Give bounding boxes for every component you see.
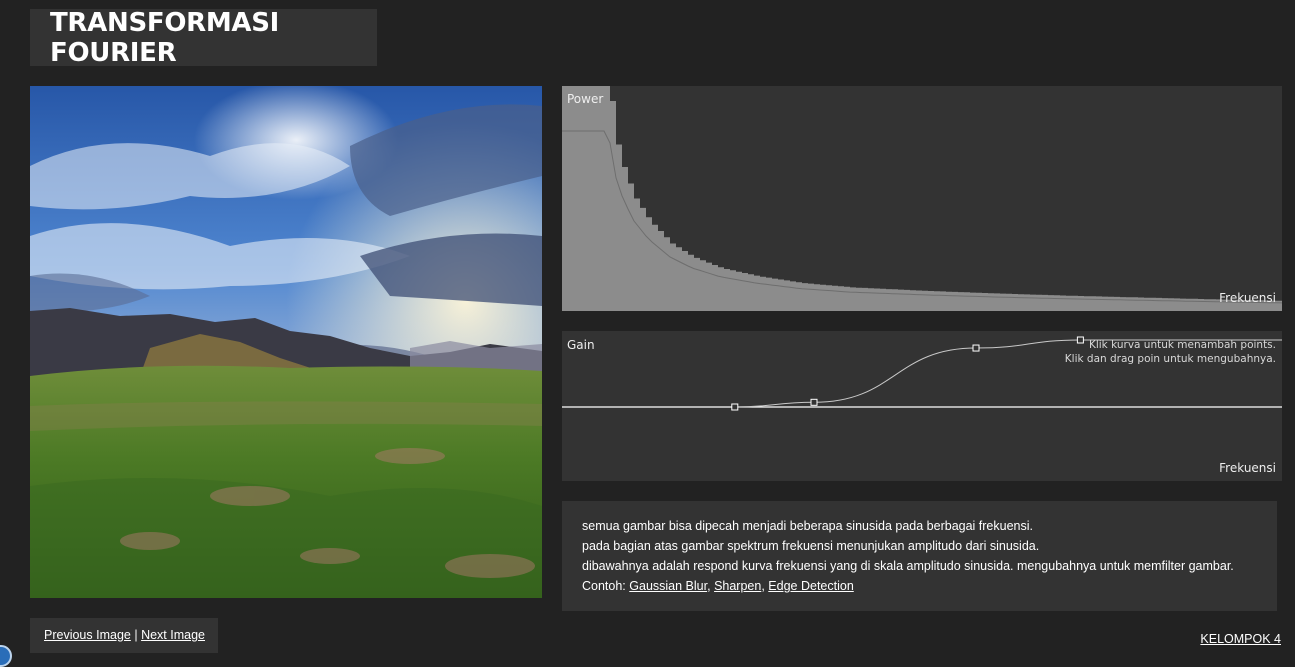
description-examples: Contoh: Gaussian Blur, Sharpen, Edge Det… — [582, 576, 1277, 596]
gain-hint: Klik kurva untuk menambah points. Klik d… — [1065, 338, 1276, 366]
page-title: TRANSFORMASI FOURIER — [50, 7, 280, 68]
examples-separator: , — [707, 579, 711, 593]
landscape-image — [30, 86, 542, 598]
gain-hint-line2: Klik dan drag poin untuk mengubahnya. — [1064, 353, 1276, 365]
power-spectrum-chart — [562, 86, 1282, 311]
gain-axis-label: Gain — [567, 338, 595, 352]
gaussian-blur-link[interactable]: Gaussian Blur — [629, 579, 707, 593]
next-image-link[interactable]: Next Image — [141, 628, 205, 642]
nav-divider: | — [134, 628, 138, 642]
gain-hint-line1: Klik kurva untuk menambah points. — [1088, 339, 1276, 351]
power-spectrum-area — [562, 86, 1282, 311]
sharpen-link[interactable]: Sharpen — [714, 579, 761, 593]
description-line-1: semua gambar bisa dipecah menjadi bebera… — [582, 519, 1033, 533]
power-spectrum-panel: Power Frekuensi — [562, 86, 1282, 311]
gain-frequency-label: Frekuensi — [1219, 461, 1276, 475]
landscape-photo — [30, 86, 542, 598]
image-navigation: Previous Image | Next Image — [30, 618, 218, 653]
examples-separator: , — [761, 579, 765, 593]
description-line-2: pada bagian atas gambar spektrum frekuen… — [582, 539, 1040, 553]
power-frequency-label: Frekuensi — [1219, 291, 1276, 305]
credit: KELOMPOK 4 — [1200, 632, 1281, 646]
gain-control-point[interactable] — [810, 398, 818, 406]
browser-extension-icon[interactable] — [0, 645, 12, 667]
examples-prefix: Contoh: — [582, 579, 626, 593]
previous-image-link[interactable]: Previous Image — [44, 628, 131, 642]
title-box: TRANSFORMASI FOURIER — [30, 7, 377, 68]
edge-detection-link[interactable]: Edge Detection — [768, 579, 853, 593]
description-box: semua gambar bisa dipecah menjadi bebera… — [562, 501, 1277, 611]
description-line-3: dibawahnya adalah respond kurva frekuens… — [582, 559, 1234, 573]
kelompok-link[interactable]: KELOMPOK 4 — [1200, 632, 1281, 646]
gain-control-point[interactable] — [972, 344, 980, 352]
gain-control-point[interactable] — [731, 403, 739, 411]
power-axis-label: Power — [567, 92, 604, 106]
gain-curve-panel[interactable]: Gain Klik kurva untuk menambah points. K… — [562, 331, 1282, 481]
